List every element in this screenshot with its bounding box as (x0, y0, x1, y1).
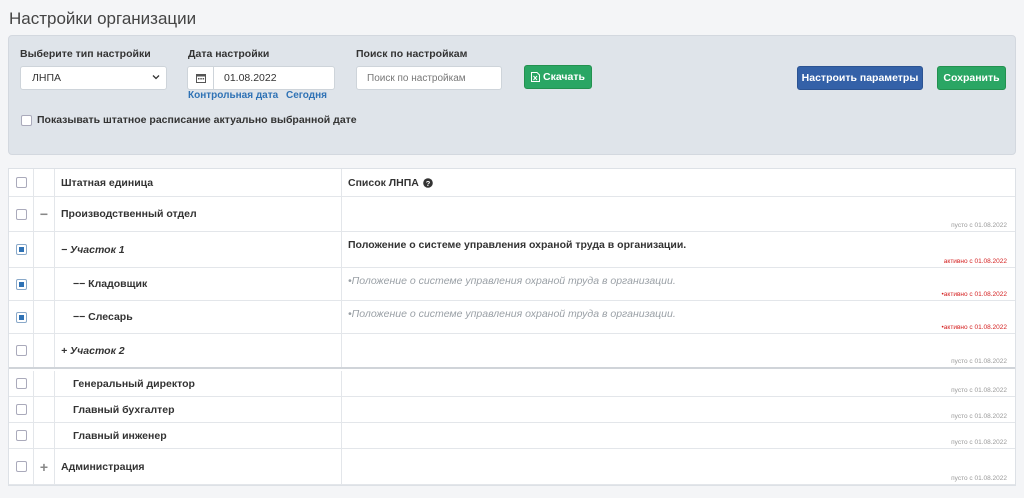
unit-name[interactable]: −− Кладовщик (55, 268, 342, 300)
status-text: активно с 01.08.2022 (943, 258, 1007, 265)
row-checkbox[interactable] (15, 378, 27, 389)
configure-button[interactable]: Настроить параметры (797, 66, 923, 90)
table-row[interactable]: − Участок 1 Положение о системе управлени… (9, 232, 1015, 268)
unit-name[interactable]: Главный инженер (55, 423, 342, 448)
unit-name[interactable]: Производственный отдел (55, 197, 342, 231)
row-checkbox[interactable] (15, 404, 27, 415)
table-header: Штатная единица Список ЛНПА ? (9, 169, 1015, 197)
table-row[interactable]: Генеральный директор пусто с 01.08.2022 (9, 371, 1015, 397)
table-row[interactable]: − Производственный отдел пусто с 01.08.202… (9, 197, 1015, 232)
lnpa-document: Положение о системе управления охраной т… (348, 239, 687, 251)
page-title: Настройки организации (9, 9, 197, 28)
table-row[interactable]: Главный инженер пусто с 01.08.2022 (9, 423, 1015, 449)
unit-name[interactable]: Администрация (55, 449, 342, 484)
lnpa-document: •Положение о системе управления охраной … (348, 275, 676, 287)
row-checkbox[interactable] (15, 345, 27, 356)
expander-cell (34, 423, 55, 448)
svg-text:?: ? (426, 178, 431, 187)
table-row[interactable]: + Администрация пусто с 01.08.2022 (9, 449, 1015, 485)
type-select[interactable]: ЛНПА (20, 66, 167, 90)
file-excel-icon (531, 72, 541, 82)
status-text: пусто с 01.08.2022 (951, 475, 1007, 482)
type-select-value: ЛНПА (32, 72, 62, 84)
select-all-checkbox[interactable] (15, 177, 27, 188)
unit-name[interactable]: + Участок 2 (55, 334, 342, 367)
unit-name[interactable]: − Участок 1 (55, 232, 342, 267)
collapse-icon[interactable]: − (34, 197, 55, 231)
status-text: пусто с 01.08.2022 (951, 222, 1007, 229)
lnpa-cell[interactable]: пусто с 01.08.2022 (342, 371, 1015, 396)
question-icon[interactable]: ? (423, 177, 433, 188)
col-unit-header: Штатная единица (55, 169, 342, 196)
control-date-link[interactable]: Контрольная дата (188, 90, 278, 101)
show-staff-checkbox[interactable] (21, 114, 32, 126)
date-links: Контрольная дата Сегодня (188, 90, 332, 101)
status-text: •активно с 01.08.2022 (941, 291, 1007, 298)
download-button[interactable]: Скачать (524, 65, 592, 89)
row-checkbox[interactable] (15, 461, 27, 472)
show-staff-label: Показывать штатное расписание актуально … (37, 114, 357, 126)
lnpa-cell[interactable]: пусто с 01.08.2022 (342, 423, 1015, 448)
status-text: пусто с 01.08.2022 (951, 387, 1007, 394)
expander-cell (34, 397, 55, 422)
lnpa-cell[interactable]: пусто с 01.08.2022 (342, 397, 1015, 422)
lnpa-cell[interactable]: пусто с 01.08.2022 (342, 197, 1015, 231)
row-checkbox[interactable] (15, 278, 27, 290)
status-text: пусто с 01.08.2022 (951, 413, 1007, 420)
row-checkbox[interactable] (15, 311, 27, 323)
lnpa-document: •Положение о системе управления охраной … (348, 308, 676, 320)
col-list-header: Список ЛНПА ? (348, 169, 433, 196)
table-row[interactable]: −− Слесарь •Положение о системе управлени… (9, 301, 1015, 334)
row-checkbox[interactable] (15, 430, 27, 441)
status-text: пусто с 01.08.2022 (951, 358, 1007, 365)
expander-cell (34, 268, 55, 300)
expander-cell (34, 371, 55, 396)
show-staff-option[interactable]: Показывать штатное расписание актуально … (21, 114, 357, 126)
unit-name[interactable]: −− Слесарь (55, 301, 342, 333)
staff-table: Штатная единица Список ЛНПА ? − Производс… (8, 168, 1016, 486)
unit-name[interactable]: Генеральный директор (55, 371, 342, 396)
type-label: Выберите тип настройки (20, 48, 151, 60)
lnpa-cell[interactable]: пусто с 01.08.2022 (342, 334, 1015, 367)
expander-cell (34, 232, 55, 267)
row-checkbox[interactable] (15, 208, 27, 220)
calendar-icon[interactable] (188, 67, 214, 89)
row-checkbox[interactable] (15, 244, 27, 255)
lnpa-cell[interactable]: Положение о системе управления охраной т… (342, 232, 1015, 267)
lnpa-cell[interactable]: •Положение о системе управления охраной … (342, 268, 1015, 300)
expander-cell (34, 301, 55, 333)
search-label: Поиск по настройкам (356, 48, 468, 60)
filters-panel: Выберите тип настройки ЛНПА Дата настрой… (8, 35, 1016, 155)
expand-icon[interactable]: + (34, 449, 55, 484)
unit-name[interactable]: Главный бухгалтер (55, 397, 342, 422)
expander-cell (34, 334, 55, 367)
today-link[interactable]: Сегодня (286, 90, 327, 101)
status-text: •активно с 01.08.2022 (941, 324, 1007, 331)
status-text: пусто с 01.08.2022 (951, 439, 1007, 446)
lnpa-cell[interactable]: •Положение о системе управления охраной … (342, 301, 1015, 333)
lnpa-cell[interactable]: пусто с 01.08.2022 (342, 449, 1015, 484)
table-row[interactable]: Главный бухгалтер пусто с 01.08.2022 (9, 397, 1015, 423)
save-button[interactable]: Сохранить (937, 66, 1006, 90)
search-input[interactable]: Поиск по настройкам (356, 66, 502, 90)
download-label: Скачать (543, 71, 585, 83)
chevron-down-icon (152, 75, 160, 80)
date-label: Дата настройки (188, 48, 270, 60)
table-row[interactable]: −− Кладовщик •Положение о системе управле… (9, 268, 1015, 301)
date-value: 01.08.2022 (224, 72, 277, 84)
col-list-label: Список ЛНПА (348, 176, 419, 189)
date-field[interactable]: 01.08.2022 (187, 66, 335, 90)
table-row[interactable]: + Участок 2 пусто с 01.08.2022 (9, 334, 1015, 369)
